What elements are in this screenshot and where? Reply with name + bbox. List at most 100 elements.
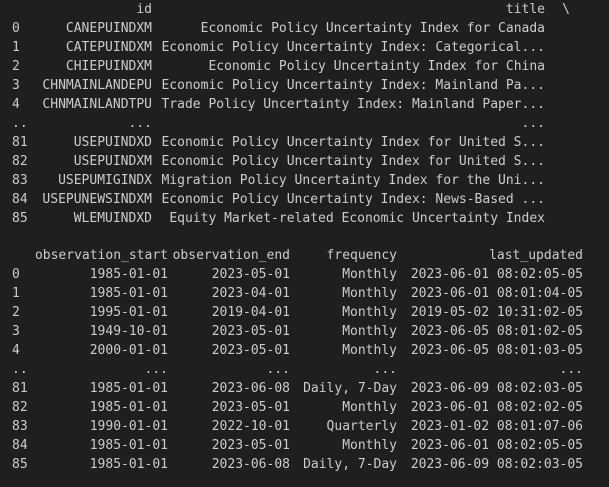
table-row: 84 USEPUNEWSINDXM Economic Policy Uncertai… [0,190,609,209]
table-row: ........ [0,114,609,133]
table-row: 85 WLEMUINDXD Equity Market-related Econom… [0,209,609,228]
table-row: 83 1990-01-01 2022-10-01 Quarterly 2023-01-0… [0,417,609,436]
series-title: Equity Market-related Economic Uncertain… [169,211,545,226]
frequency: Daily, 7-Day [303,381,397,396]
table-row: 82 1985-01-01 2023-05-01 Monthly 2023-06-01 … [0,398,609,417]
last-updated: 2019-05-02 10:31:02-05 [410,305,583,320]
table-row: 2 1995-01-01 2019-04-01 Monthly 2019-05-02 1… [0,303,609,322]
table-row: 81 USEPUINDXD Economic Policy Uncertainty … [0,133,609,152]
frequency: Monthly [342,343,397,358]
row-index: 2 [12,305,20,320]
table-row: 81 1985-01-01 2023-06-08 Daily, 7-Day 2023-0… [0,379,609,398]
table-row: 82 USEPUINDXM Economic Policy Uncertainty … [0,152,609,171]
series-title: Economic Policy Uncertainty Index: Categ… [161,40,545,55]
column-header-observation-start: observation_start [34,248,168,263]
observation-start: 1990-01-01 [89,419,168,434]
table-row: 84 1985-01-01 2023-05-01 Monthly 2023-06-01 … [0,436,609,455]
observation-start: 1985-01-01 [89,381,168,396]
line-continuation-marker: \ [562,2,570,17]
observation-end: 2023-05-01 [211,324,290,339]
series-title: ... [521,116,545,131]
observation-start: 1949-10-01 [89,324,168,339]
series-id: CANEPUINDXM [65,21,152,36]
series-id: CHNMAINLANDEPU [42,78,152,93]
row-index: 84 [12,438,28,453]
dataframe-part-2: observation_start observation_end freque… [0,246,609,474]
row-index: 4 [12,343,20,358]
series-id: CATEPUINDXM [65,40,152,55]
row-index: 4 [12,97,20,112]
table-row: 83 USEPUMIGINDX Migration Policy Uncertain… [0,171,609,190]
column-header-observation-end: observation_end [172,248,290,263]
table-row: 0 1985-01-01 2023-05-01 Monthly 2023-06-01 0… [0,265,609,284]
row-index: 82 [12,154,28,169]
table-header-row: observation_start observation_end freque… [0,246,609,265]
series-id: USEPUINDXD [73,135,152,150]
frequency: Monthly [342,400,397,415]
observation-end: 2023-05-01 [211,400,290,415]
last-updated: 2023-06-09 08:02:03-05 [410,381,583,396]
table-row: 1 CATEPUINDXM Economic Policy Uncertainty … [0,38,609,57]
frequency: Daily, 7-Day [303,457,397,472]
series-id: USEPUINDXM [73,154,152,169]
table-row: 2 CHIEPUINDXM Economic Policy Uncertainty … [0,57,609,76]
row-index: 82 [12,400,28,415]
row-index: .. [12,362,28,377]
table-row: 4 2000-01-01 2023-05-01 Monthly 2023-06-05 0… [0,341,609,360]
table-row: 3 1949-10-01 2023-05-01 Monthly 2023-06-05 0… [0,322,609,341]
column-header-title: title [505,2,545,17]
last-updated: 2023-06-01 08:02:05-05 [410,267,583,282]
dataframe-part-1: id title \ 0 CANEPUINDXM Economic Policy U… [0,0,609,228]
frequency: Monthly [342,438,397,453]
row-index: 85 [12,457,28,472]
observation-end: 2023-06-08 [211,381,290,396]
row-index: 3 [12,78,20,93]
observation-end: 2023-05-01 [211,267,290,282]
last-updated: 2023-06-09 08:02:03-05 [410,457,583,472]
row-index: 3 [12,324,20,339]
row-index: 0 [12,21,20,36]
frequency: Monthly [342,324,397,339]
row-index: 81 [12,135,28,150]
observation-end: 2023-06-08 [211,457,290,472]
last-updated: 2023-06-05 08:01:02-05 [410,324,583,339]
table-row: 3 CHNMAINLANDEPU Economic Policy Uncertain… [0,76,609,95]
observation-start: 1985-01-01 [89,438,168,453]
observation-end: 2023-04-01 [211,286,290,301]
table-row: 4 CHNMAINLANDTPU Trade Policy Uncertainty … [0,95,609,114]
series-title: Economic Policy Uncertainty Index for Ch… [208,59,545,74]
row-index: 1 [12,40,20,55]
series-id: CHIEPUINDXM [65,59,152,74]
series-title: Economic Policy Uncertainty Index: News-… [161,192,545,207]
observation-start: 1995-01-01 [89,305,168,320]
series-id: WLEMUINDXD [73,211,152,226]
column-header-frequency: frequency [326,248,397,263]
series-id: ... [128,116,152,131]
last-updated: 2023-06-01 08:02:05-05 [410,438,583,453]
row-index: .. [12,116,28,131]
row-index: 83 [12,173,28,188]
last-updated: 2023-01-02 08:01:07-06 [410,419,583,434]
last-updated: 2023-06-05 08:01:03-05 [410,343,583,358]
series-title: Economic Policy Uncertainty Index for Ca… [200,21,545,36]
observation-start: 2000-01-01 [89,343,168,358]
observation-end: 2022-10-01 [211,419,290,434]
frequency: Monthly [342,286,397,301]
observation-end: 2023-05-01 [211,438,290,453]
series-title: Economic Policy Uncertainty Index: Mainl… [161,78,545,93]
table-header-row: id title \ [0,0,609,19]
row-index: 0 [12,267,20,282]
frequency: ... [373,362,397,377]
row-index: 84 [12,192,28,207]
series-title: Economic Policy Uncertainty Index for Un… [161,135,545,150]
column-header-id: id [136,2,152,17]
series-title: Economic Policy Uncertainty Index for Un… [161,154,545,169]
column-header-last-updated: last_updated [489,248,583,263]
table-row: .............. [0,360,609,379]
table-row: 1 1985-01-01 2023-04-01 Monthly 2023-06-01 0… [0,284,609,303]
observation-start: 1985-01-01 [89,286,168,301]
row-index: 1 [12,286,20,301]
frequency: Quarterly [326,419,397,434]
series-id: USEPUMIGINDX [58,173,152,188]
table-row: 85 1985-01-01 2023-06-08 Daily, 7-Day 2023-0… [0,455,609,474]
